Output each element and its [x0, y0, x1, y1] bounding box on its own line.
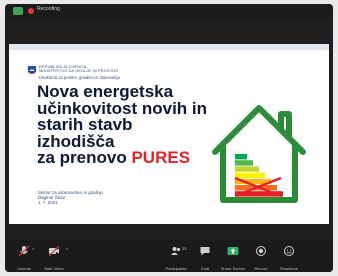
audio-options-chevron-icon[interactable]: ^	[32, 248, 34, 254]
shared-presentation-slide: REPUBLIKA SLOVENIJA MINISTRSTVO ZA OKOLJ…	[9, 44, 329, 224]
reactions-label: Reactions	[280, 266, 298, 271]
reactions-button[interactable]: Reactions	[274, 244, 304, 271]
energy-label-bars	[235, 154, 283, 197]
energy-house-illustration	[212, 105, 306, 203]
chat-button[interactable]: Chat	[190, 244, 220, 271]
participants-label: Participants	[165, 266, 187, 271]
unmute-label: Unmute	[16, 266, 31, 271]
energy-class-bar	[235, 160, 253, 166]
meeting-window: Recording REPUBLIKA SLOVENIJA MINISTRSTV…	[5, 4, 333, 272]
recording-label: Recording	[37, 6, 60, 12]
video-camera-icon	[48, 245, 60, 257]
record-label: Record	[254, 266, 268, 271]
participant-count: 23	[182, 246, 187, 251]
share-screen-icon	[227, 247, 239, 255]
reactions-icon	[284, 246, 294, 256]
microphone-icon	[18, 245, 30, 257]
energy-class-bar	[235, 172, 265, 178]
slovenia-coat-of-arms-icon	[28, 66, 36, 74]
start-video-label: Start Video	[44, 266, 64, 271]
recording-dot-icon	[28, 8, 34, 14]
ministry-name: REPUBLIKA SLOVENIJA MINISTRSTVO ZA OKOLJ…	[39, 64, 119, 74]
participants-icon	[171, 247, 181, 255]
start-video-button[interactable]: Start Video	[39, 244, 69, 271]
security-shield-icon[interactable]	[13, 7, 23, 15]
chat-label: Chat	[200, 266, 210, 271]
meeting-controls-bar: Unmute ^ Start Video ^ 23 Participants C…	[5, 240, 333, 272]
unmute-button[interactable]: Unmute	[9, 244, 39, 271]
title-line: za prenovo PURES	[37, 148, 227, 167]
directorate-name: Direktorat za prostor, graditev in stano…	[39, 75, 120, 80]
title-prefix: za prenovo	[37, 148, 132, 167]
ministry-line: MINISTRSTVO ZA OKOLJE IN PROSTOR	[39, 68, 119, 74]
chat-icon	[200, 247, 210, 256]
share-screen-label: Share Screen	[220, 266, 246, 271]
slide-title: Nova energetska učinkovitost novih in st…	[37, 83, 227, 167]
record-icon	[256, 246, 266, 256]
video-options-chevron-icon[interactable]: ^	[66, 248, 68, 254]
presentation-date: 1. 7. 2021	[38, 200, 58, 205]
slide-author-block: Sektor za ostanovnitvo in gradnjo Dagmar…	[38, 190, 103, 205]
share-screen-button[interactable]: Share Screen	[218, 244, 248, 271]
participants-button[interactable]: 23 Participants	[161, 244, 191, 271]
title-accent: PURES	[131, 148, 191, 167]
slide-top-band	[9, 44, 329, 50]
energy-class-bar	[235, 166, 259, 172]
record-button[interactable]: Record	[246, 244, 276, 271]
energy-class-bar	[235, 154, 247, 160]
meeting-top-bar: Recording	[5, 4, 333, 18]
